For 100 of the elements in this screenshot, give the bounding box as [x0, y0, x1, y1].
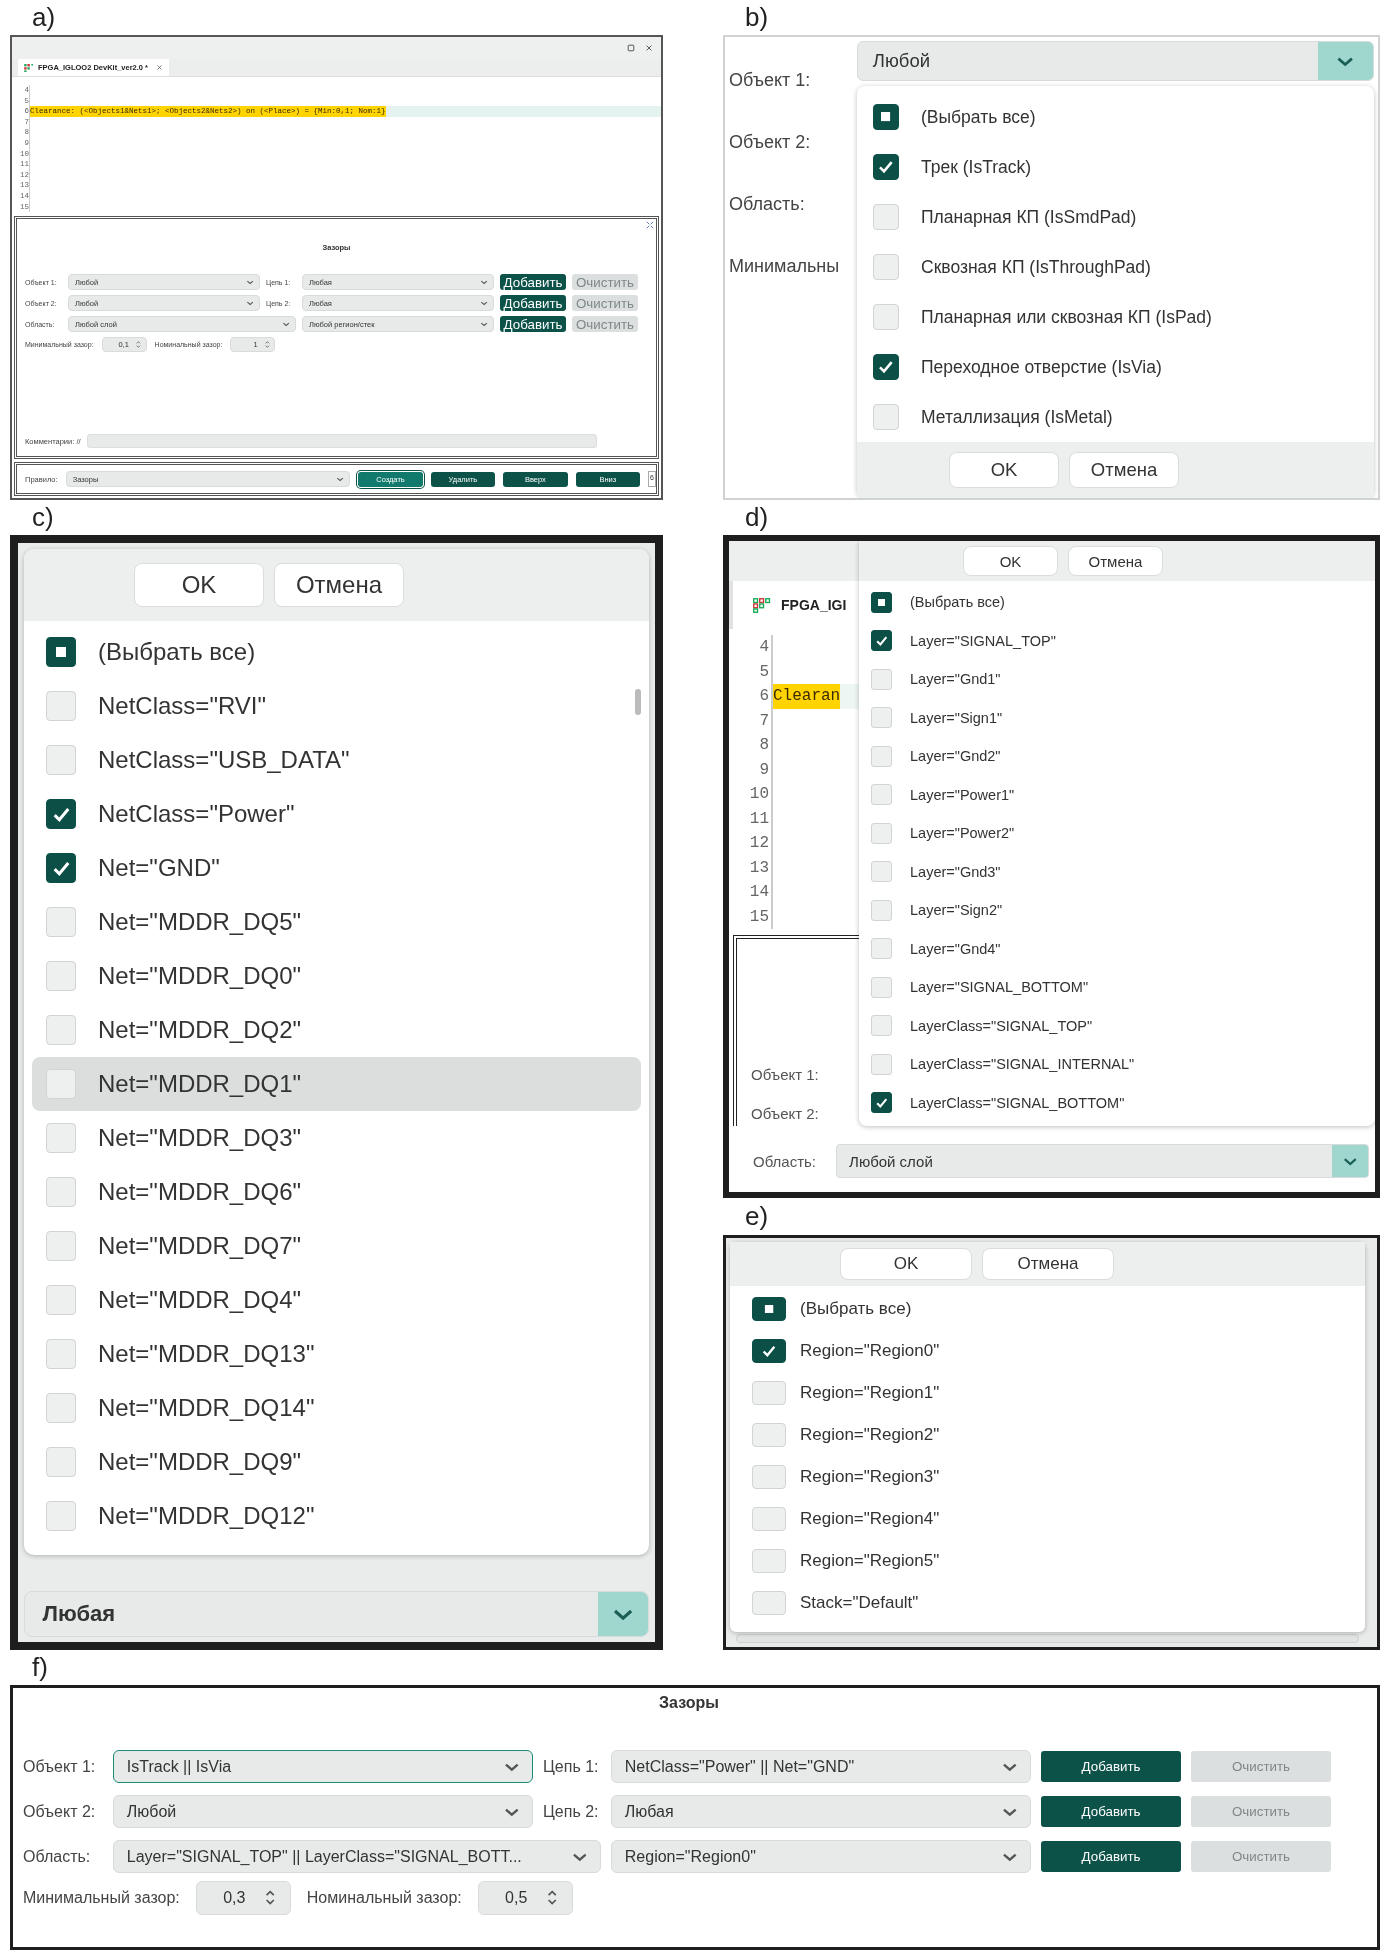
- checkbox[interactable]: [873, 354, 899, 380]
- option-label[interactable]: Layer="Power2": [910, 825, 1015, 842]
- field-label: Объект 1:: [751, 1066, 820, 1083]
- option-label[interactable]: Layer="Gnd1": [910, 671, 1001, 688]
- dropdown-field[interactable]: Layer="SIGNAL_TOP" || LayerClass="SIGNAL_BOTT...: [113, 1840, 601, 1873]
- option-label[interactable]: LayerClass="SIGNAL_BOTTOM": [910, 1094, 1125, 1111]
- option-label[interactable]: Layer="Power1": [910, 786, 1015, 803]
- option-label[interactable]: (Выбрать все): [910, 594, 1005, 611]
- option-label[interactable]: Region="Region2": [800, 1425, 940, 1445]
- checkbox[interactable]: [46, 799, 76, 829]
- dropdown-field[interactable]: Region="Region0": [611, 1840, 1031, 1873]
- option-label[interactable]: (Выбрать все): [800, 1299, 912, 1319]
- dropdown-field[interactable]: Любая: [611, 1795, 1031, 1828]
- option-label[interactable]: Layer="Gnd4": [910, 940, 1001, 957]
- option-label[interactable]: Net="MDDR_DQ13": [98, 1340, 315, 1368]
- line-number: 5: [758, 661, 770, 683]
- option-label[interactable]: NetClass="USB_DATA": [98, 746, 350, 774]
- option-label[interactable]: Планарная КП (IsSmdPad): [921, 206, 1137, 228]
- checkbox[interactable]: [46, 637, 76, 667]
- option-label[interactable]: Net="MDDR_DQ1": [98, 1070, 302, 1098]
- checkbox[interactable]: [873, 154, 899, 180]
- option-label[interactable]: Region="Region0": [800, 1341, 940, 1361]
- scrollbar-thumb[interactable]: [635, 689, 641, 715]
- checkbox[interactable]: [871, 630, 892, 652]
- option-label[interactable]: Net="MDDR_DQ12": [98, 1502, 315, 1530]
- dropdown-field[interactable]: Любой слой: [836, 1144, 1369, 1178]
- dropdown-field[interactable]: NetClass="Power" || Net="GND": [611, 1750, 1031, 1783]
- option-label[interactable]: Layer="Gnd3": [910, 863, 1001, 880]
- dropdown-field[interactable]: [736, 1634, 1359, 1643]
- dialog-button[interactable]: Отмена: [1068, 546, 1163, 576]
- option-label[interactable]: Сквозная КП (IsThroughPad): [921, 256, 1151, 278]
- dialog-button[interactable]: OK: [134, 563, 264, 607]
- option-label[interactable]: Layer="Sign2": [910, 902, 1003, 919]
- option-label[interactable]: Net="MDDR_DQ4": [98, 1286, 302, 1314]
- option-label[interactable]: Layer="SIGNAL_TOP": [910, 632, 1056, 649]
- option-label[interactable]: Net="MDDR_DQ5": [98, 908, 302, 936]
- dropdown-field[interactable]: IsTrack || IsVia: [113, 1750, 533, 1783]
- option-label[interactable]: Net="MDDR_DQ2": [98, 1016, 302, 1044]
- checkbox[interactable]: [752, 1339, 786, 1363]
- checkbox[interactable]: [46, 853, 76, 883]
- spin-field[interactable]: 0,5: [477, 1881, 573, 1915]
- checkbox[interactable]: [752, 1297, 786, 1321]
- add-button[interactable]: Добавить: [1041, 1796, 1181, 1827]
- dialog-button[interactable]: Отмена: [1069, 452, 1179, 488]
- option-label[interactable]: Net="GND": [98, 854, 220, 882]
- field-label: Область:: [729, 192, 806, 216]
- comment-field[interactable]: [86, 434, 597, 448]
- close-icon: [156, 64, 164, 71]
- checkbox[interactable]: [873, 104, 899, 130]
- option-label[interactable]: Region="Region1": [800, 1383, 940, 1403]
- option-label[interactable]: LayerClass="SIGNAL_TOP": [910, 1017, 1093, 1034]
- option-label[interactable]: (Выбрать все): [98, 638, 256, 666]
- option-label[interactable]: Net="MDDR_DQ9": [98, 1448, 302, 1476]
- field-label: Цепь 1:: [543, 1757, 599, 1776]
- dialog-button[interactable]: OK: [949, 452, 1059, 488]
- add-button[interactable]: Добавить: [1041, 1841, 1181, 1872]
- hovered-row[interactable]: Net="MDDR_DQ1": [32, 1057, 641, 1111]
- option-label[interactable]: Переходное отверстие (IsVia): [921, 356, 1162, 378]
- dialog-button[interactable]: OK: [963, 546, 1058, 576]
- option-label[interactable]: Region="Region3": [800, 1467, 940, 1487]
- option-label[interactable]: Region="Region4": [800, 1509, 940, 1529]
- dropdown-field[interactable]: Любая: [24, 1591, 649, 1637]
- field-label: Минимальны: [729, 254, 841, 278]
- option-label[interactable]: (Выбрать все): [921, 106, 1036, 128]
- option-label[interactable]: Net="MDDR_DQ7": [98, 1232, 302, 1260]
- option-label[interactable]: Layer="Sign1": [910, 709, 1003, 726]
- option-label[interactable]: Net="MDDR_DQ3": [98, 1124, 302, 1152]
- option-label[interactable]: Трек (IsTrack): [921, 156, 1032, 178]
- field-label: Объект 1:: [23, 1757, 96, 1776]
- option-label[interactable]: Net="MDDR_DQ0": [98, 962, 302, 990]
- dropdown-field[interactable]: Любой: [113, 1795, 533, 1828]
- option-label[interactable]: Layer="SIGNAL_BOTTOM": [910, 979, 1089, 996]
- dropdown-field[interactable]: Любой: [857, 41, 1374, 81]
- dialog-button[interactable]: OK: [840, 1248, 972, 1280]
- option-label[interactable]: Region="Region5": [800, 1551, 940, 1571]
- dialog-button[interactable]: Отмена: [274, 563, 404, 607]
- option-label[interactable]: NetClass="Power": [98, 800, 295, 828]
- add-button[interactable]: Добавить: [500, 316, 566, 333]
- add-button[interactable]: Добавить: [500, 295, 566, 312]
- line-number: 11: [748, 808, 770, 830]
- maximize-icon: [627, 44, 635, 52]
- chevron-down-icon: [281, 320, 290, 329]
- option-label[interactable]: Layer="Gnd2": [910, 748, 1001, 765]
- option-label[interactable]: Net="MDDR_DQ6": [98, 1178, 302, 1206]
- add-button[interactable]: Добавить: [500, 274, 566, 291]
- checkbox[interactable]: [871, 591, 892, 613]
- option-label[interactable]: Stack="Default": [800, 1593, 919, 1613]
- add-button[interactable]: Добавить: [1041, 1751, 1181, 1782]
- expand-icon: [646, 221, 654, 230]
- checkbox[interactable]: [871, 1092, 892, 1114]
- option-label[interactable]: LayerClass="SIGNAL_INTERNAL": [910, 1056, 1135, 1073]
- section-title: Зазоры: [659, 1694, 719, 1712]
- dialog-button[interactable]: Отмена: [982, 1248, 1114, 1280]
- option-label[interactable]: Планарная или сквозная КП (IsPad): [921, 306, 1212, 328]
- code-text: Clearan: [773, 684, 841, 709]
- option-label[interactable]: NetClass="RVI": [98, 692, 266, 720]
- field-label: Область:: [23, 1847, 91, 1866]
- option-label[interactable]: Net="MDDR_DQ14": [98, 1394, 315, 1422]
- option-label[interactable]: Металлизация (IsMetal): [921, 406, 1113, 428]
- spin-field[interactable]: 0,3: [195, 1881, 291, 1915]
